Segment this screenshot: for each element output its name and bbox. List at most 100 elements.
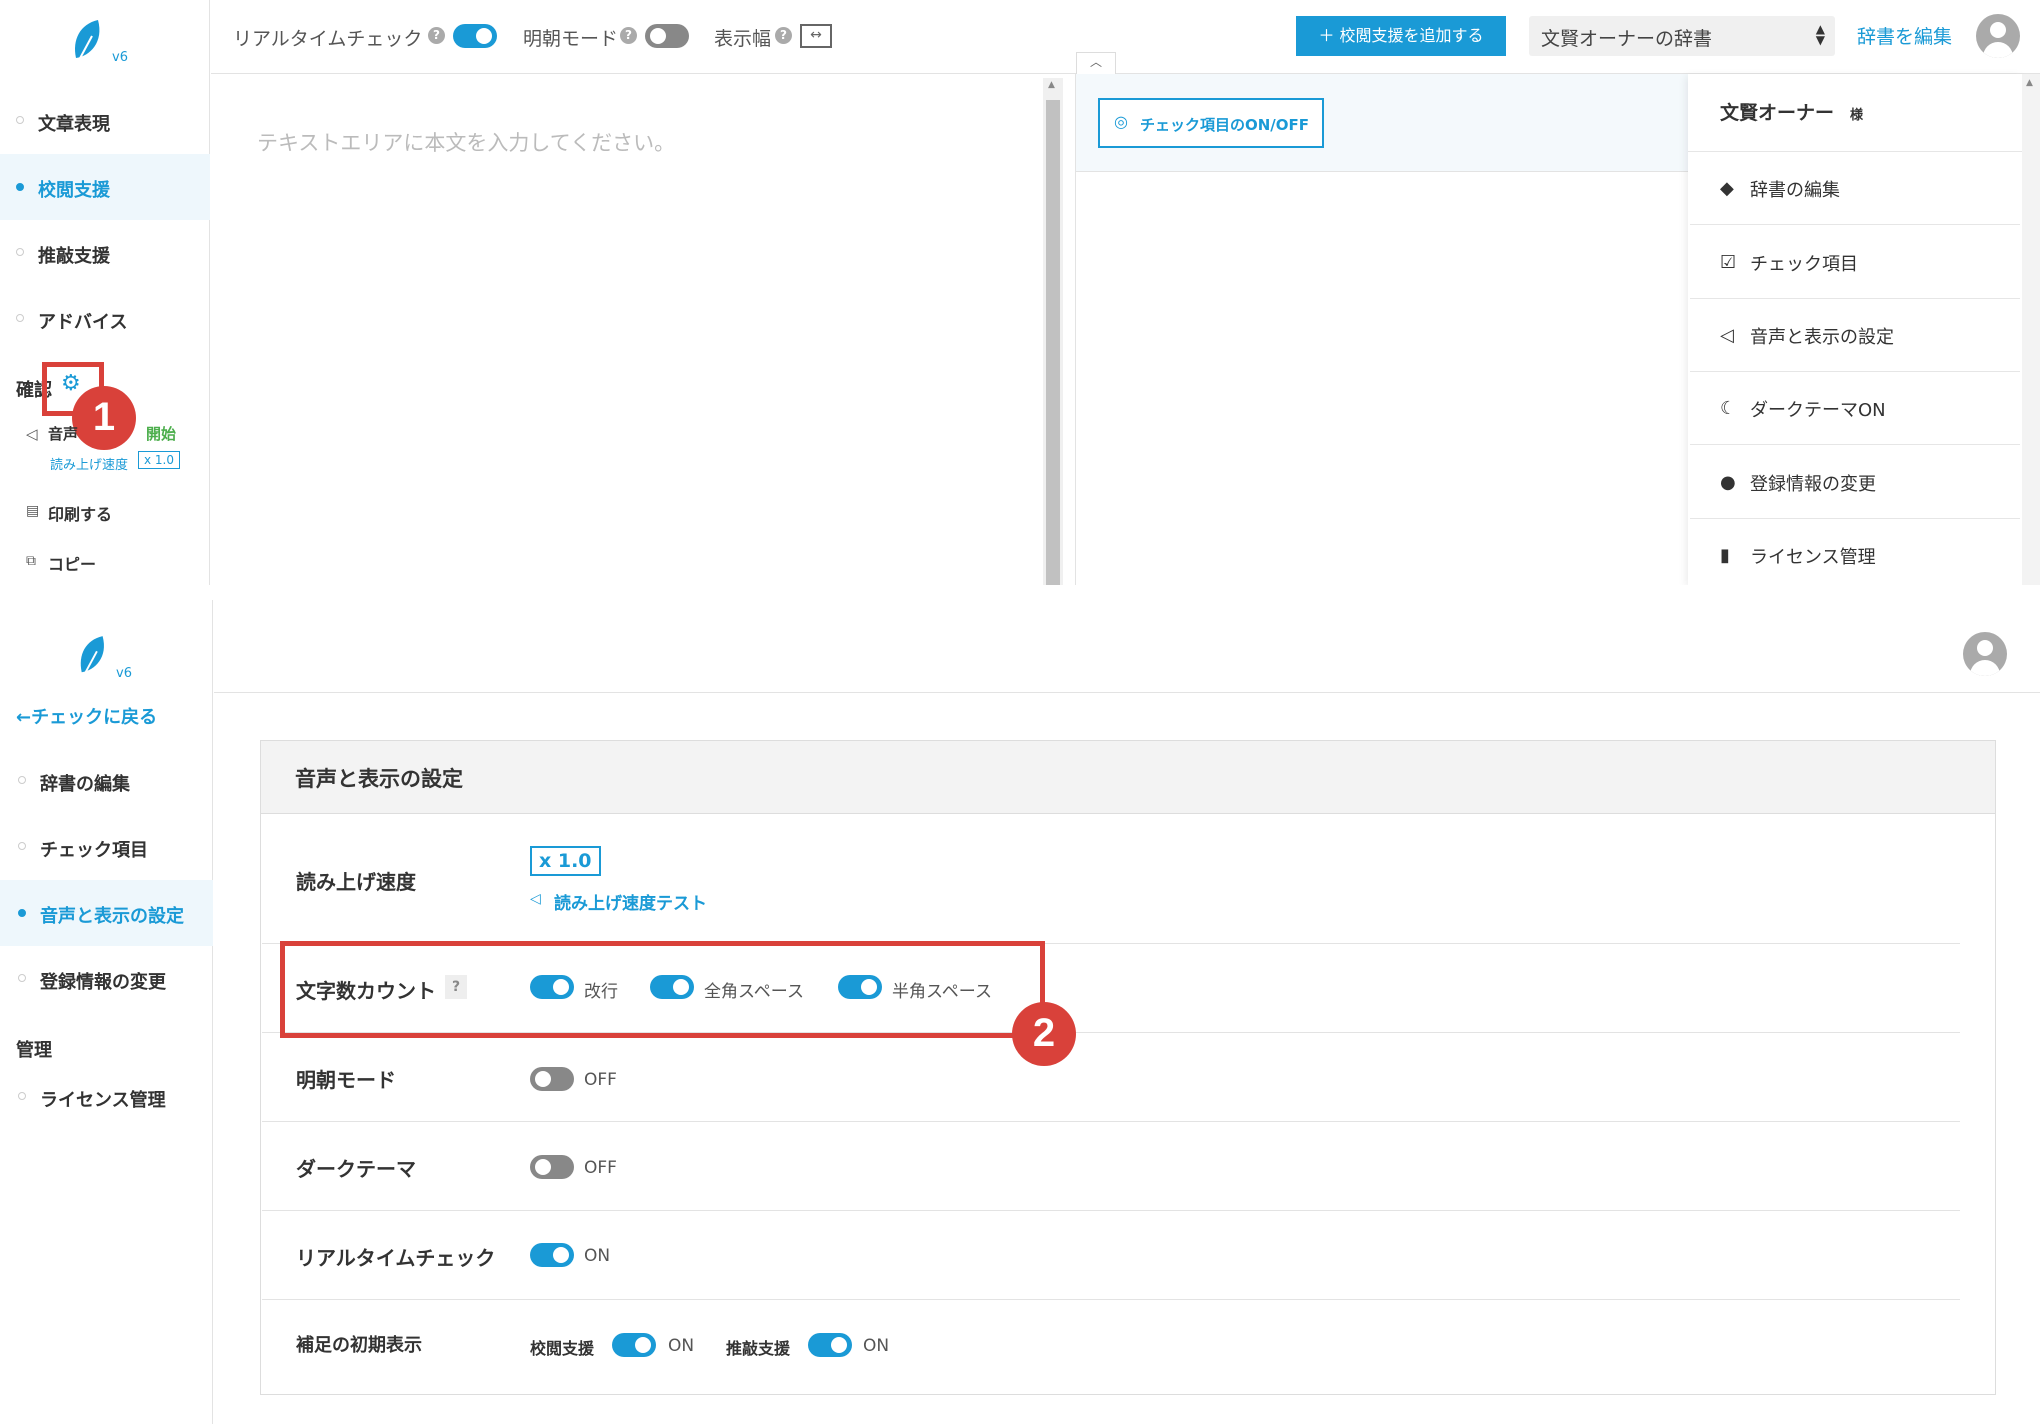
user-circle-icon: ●	[1720, 472, 1736, 493]
sidebar-item-label: ライセンス管理	[40, 1090, 166, 1111]
help-icon[interactable]: ?	[620, 27, 637, 44]
toggle-realtime[interactable]	[530, 1243, 574, 1267]
menu-item-check-items[interactable]: ☑ チェック項目	[1690, 226, 2020, 299]
feather-logo-icon	[74, 20, 100, 63]
copy-button[interactable]: コピー	[48, 551, 96, 575]
toggle-suikou[interactable]	[808, 1333, 852, 1357]
check-toggle-button[interactable]: ◎ チェック項目のON/OFF	[1098, 98, 1324, 148]
sidebar-item-suikou[interactable]: 推敲支援	[0, 232, 210, 274]
row-label: 補足の初期表示	[296, 1335, 422, 1356]
radio-dot	[16, 183, 24, 191]
scrollbar-thumb[interactable]	[1046, 100, 1060, 585]
top-sidebar: v6 文章表現 校閲支援 推敲支援 アドバイス 確認 ⚙ 1 ◁ 音声 開始 読…	[0, 0, 210, 585]
speech-label[interactable]: 音声	[48, 423, 78, 444]
sidebar-item-kouetsu[interactable]: 校閲支援	[0, 154, 210, 220]
dictionary-select-value: 文賢オーナーの辞書	[1541, 28, 1713, 50]
top-screenshot: v6 文章表現 校閲支援 推敲支援 アドバイス 確認 ⚙ 1 ◁ 音声 開始 読…	[0, 0, 2040, 585]
radio-dot	[16, 116, 24, 124]
scroll-up-arrow-icon: ▲	[1048, 80, 1055, 90]
menu-item-license[interactable]: ▮ ライセンス管理	[1690, 519, 2020, 585]
sidebar-item-advice[interactable]: アドバイス	[0, 298, 210, 340]
read-speed-value[interactable]: x 1.0	[138, 451, 180, 469]
sidebar-item-dictionary[interactable]: 辞書の編集	[0, 760, 213, 802]
menu-item-audio-display[interactable]: ◁ 音声と表示の設定	[1690, 299, 2020, 372]
speech-start[interactable]: 開始	[146, 423, 176, 444]
bottom-screenshot: v6 ←チェックに戻る 辞書の編集 チェック項目 音声と表示の設定 登録情報の変…	[0, 600, 2040, 1424]
settings-row-dark: ダークテーマ OFF	[262, 1123, 1960, 1211]
radio-dot	[16, 314, 24, 322]
menu-item-account[interactable]: ● 登録情報の変更	[1690, 446, 2020, 519]
radio-dot	[18, 974, 26, 982]
dictionary-select[interactable]: 文賢オーナーの辞書 ▲ ▼	[1529, 16, 1835, 56]
sidebar-item-check-items[interactable]: チェック項目	[0, 826, 213, 868]
option-label: 推敲支援	[726, 1339, 791, 1358]
id-card-icon: ▮	[1720, 545, 1730, 566]
check-toggle-label: チェック項目のON/OFF	[1140, 116, 1310, 134]
menu-item-label: チェック項目	[1750, 254, 1858, 275]
collapse-tab[interactable]: ︿	[1076, 52, 1116, 74]
edit-dictionary-link[interactable]: 辞書を編集	[1857, 22, 1952, 49]
menu-item-dark-theme[interactable]: ☾ ダークテーマON	[1690, 372, 2020, 445]
char-count-highlight	[280, 941, 1045, 1038]
mincho-toggle[interactable]	[645, 24, 689, 48]
menu-item-dictionary[interactable]: ◆ 辞書の編集	[1690, 152, 2020, 225]
avatar[interactable]	[1963, 632, 2007, 676]
sidebar-item-label: 校閲支援	[38, 180, 110, 201]
user-menu-header: 文賢オーナー 様	[1688, 74, 2022, 152]
help-icon[interactable]: ?	[428, 27, 445, 44]
sidebar-item-account[interactable]: 登録情報の変更	[0, 958, 213, 1000]
logo[interactable]: v6	[70, 18, 140, 68]
version-label: v6	[116, 666, 132, 681]
row-label: 読み上げ速度	[296, 870, 416, 894]
sidebar-item-bunsho[interactable]: 文章表現	[0, 100, 210, 142]
sidebar-item-label: 辞書の編集	[40, 774, 130, 795]
sidebar-item-label: 文章表現	[38, 114, 110, 135]
toggle-dark[interactable]	[530, 1155, 574, 1179]
add-check-button-label: ＋ 校閲支援を追加する	[1318, 26, 1484, 45]
state-label: ON	[584, 1246, 611, 1266]
settings-row-read-speed: 読み上げ速度 x 1.0 ◁ 読み上げ速度テスト	[262, 814, 1960, 944]
back-to-check-link[interactable]: ←チェックに戻る	[16, 703, 157, 729]
menu-item-label: ダークテーマON	[1750, 400, 1886, 421]
manage-heading: 管理	[16, 1040, 52, 1061]
width-resize-icon[interactable]: ↔	[800, 24, 832, 48]
owner-name: 文賢オーナー	[1720, 102, 1835, 124]
right-scrollbar[interactable]: ▲	[2022, 74, 2040, 585]
printer-icon: ▤	[26, 503, 40, 519]
avatar[interactable]	[1976, 14, 2020, 58]
editor-textarea[interactable]: テキストエリアに本文を入力してください。	[211, 75, 1065, 585]
avatar-head	[1990, 22, 2006, 38]
realtime-toggle[interactable]	[453, 24, 497, 48]
help-icon[interactable]: ?	[775, 27, 792, 44]
scroll-up-arrow-icon: ▲	[2026, 78, 2033, 88]
settings-row-supplement: 補足の初期表示 校閲支援 ON 推敲支援 ON	[262, 1301, 1960, 1389]
sidebar-item-label: 音声と表示の設定	[40, 906, 184, 927]
logo[interactable]: v6	[76, 634, 146, 684]
speaker-icon: ◁	[1720, 325, 1734, 346]
read-speed-label: 読み上げ速度	[50, 458, 129, 473]
sidebar-item-license[interactable]: ライセンス管理	[0, 1076, 213, 1118]
badge-1: 1	[72, 386, 136, 450]
radio-dot	[18, 776, 26, 784]
bottom-sidebar: v6 ←チェックに戻る 辞書の編集 チェック項目 音声と表示の設定 登録情報の変…	[0, 600, 213, 1424]
check-panel-header: ◎ チェック項目のON/OFF	[1076, 74, 1689, 172]
toggle-kouetsu[interactable]	[612, 1333, 656, 1357]
read-speed-test-link[interactable]: 読み上げ速度テスト	[554, 889, 707, 914]
gear-icon: ⚙	[61, 371, 81, 396]
radio-dot	[16, 248, 24, 256]
add-check-button[interactable]: ＋ 校閲支援を追加する	[1296, 16, 1506, 56]
sidebar-item-audio-display[interactable]: 音声と表示の設定	[0, 880, 213, 946]
panel-title: 音声と表示の設定	[295, 767, 463, 791]
avatar-head	[1977, 640, 1993, 656]
settings-panel-header: 音声と表示の設定	[261, 741, 1995, 814]
editor-scrollbar[interactable]: ▲	[1043, 78, 1063, 585]
version-label: v6	[112, 50, 128, 65]
radio-dot	[18, 842, 26, 850]
sidebar-item-label: 登録情報の変更	[40, 972, 166, 993]
print-button[interactable]: 印刷する	[48, 501, 112, 525]
option-label: 校閲支援	[530, 1339, 595, 1358]
toggle-mincho[interactable]	[530, 1067, 574, 1091]
speaker-icon: ◁	[26, 425, 38, 443]
read-speed-value[interactable]: x 1.0	[530, 846, 601, 876]
chevron-up-icon: ︿	[1089, 55, 1102, 69]
